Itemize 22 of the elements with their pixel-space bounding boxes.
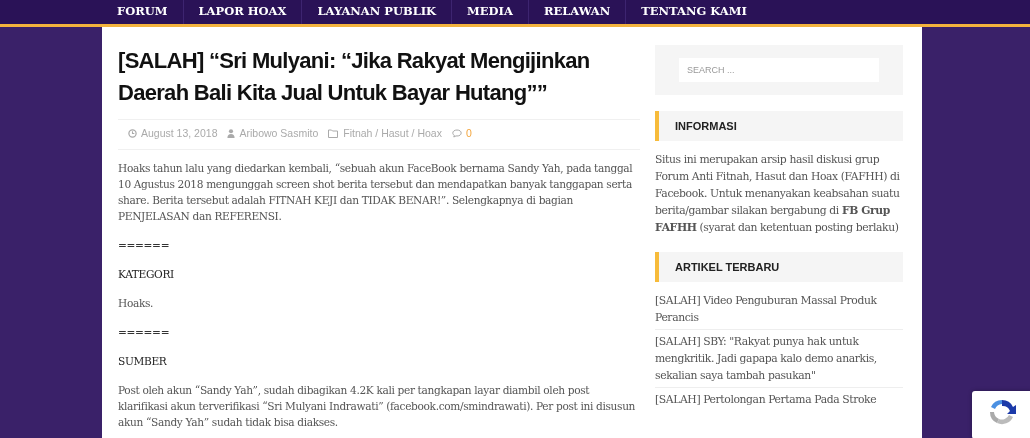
paragraph: Post oleh akun “Sandy Yah”, sudah dibagikan 4.2K kali per tangkapan layar diambil oleh post klarifikasi akun terverifikasi “Sri Mulyani Indrawati” (facebook.com/smindrawati). Per post ini disusun akun “Sandy Yah” sudah tidak bisa diakses. — [118, 382, 637, 430]
paragraph: Hoaks tahun lalu yang diedarkan kembali, “sebuah akun FaceBook bernama Sandy Yah, pada tanggal 10 Agustus 2018 mengunggah screen shot berita tersebut dan mendapatkan banyak tanggapan serta share. Berita tersebut adalah FITNAH KEJI dan TIDAK BENAR!”. Selengkapnya di bagian PENJELASAN dan REFERENSI. — [118, 160, 634, 224]
section-heading: SUMBER — [118, 353, 168, 369]
separator-text: ====== — [118, 237, 171, 253]
paragraph: Hoaks. — [118, 295, 155, 311]
article-title: [SALAH] “Sri Mulyani: “Jika Rakyat Mengijinkan Daerah Bali Kita Jual Untuk Bayar Hutang”” — [118, 47, 591, 107]
section-heading: KATEGORI — [118, 266, 175, 282]
article-link[interactable]: [SALAH] Pertolongan Pertama Pada Stroke — [655, 391, 903, 411]
nav-link[interactable]: FORUM — [102, 0, 183, 24]
clock-icon — [128, 129, 137, 139]
article-link[interactable]: [SALAH] SBY: "Rakyat punya hak untuk mengkritik. Jadi gapapa kalo demo anarkis, sekalian saya tambah pasukan" — [655, 333, 903, 388]
recaptcha-icon — [987, 397, 1017, 427]
widget-text: Situs ini merupakan arsip hasil diskusi grup Forum Anti Fitnah, Hasut dan Hoax (FAFHH) di Facebook. Untuk menanyakan keabsahan suatu berita/gambar silakan bergabung di FB Grup FAFHH (syarat dan ketentuan posting berlaku) — [655, 152, 901, 236]
widget-header: INFORMASI — [655, 111, 903, 141]
separator-text: ====== — [118, 324, 171, 340]
search-field[interactable]: SEARCH ... — [679, 58, 879, 82]
widget-header: ARTIKEL TERBARU — [655, 252, 903, 282]
person-icon — [227, 129, 236, 139]
meta-date: August 13, 2018 — [141, 126, 218, 141]
speech-bubble-icon — [451, 129, 462, 139]
article-link[interactable]: [SALAH] Video Penguburan Massal Produk Perancis — [655, 292, 903, 330]
folder-icon — [328, 129, 340, 139]
